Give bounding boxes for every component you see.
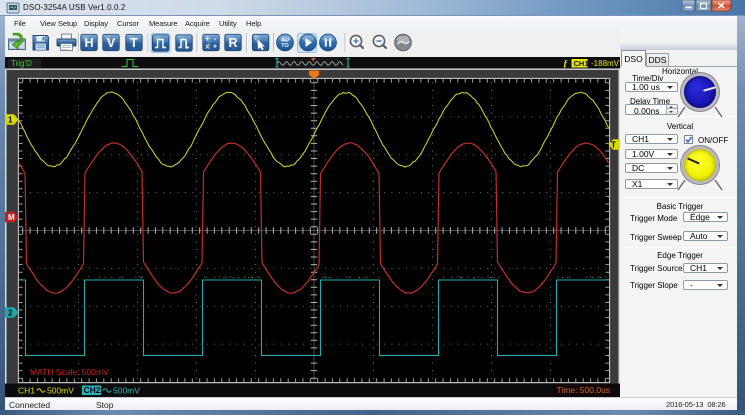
svg-text:T: T — [130, 36, 138, 50]
svg-text:MATH Scale: 500mV: MATH Scale: 500mV — [30, 367, 109, 377]
svg-text:CH2: CH2 — [84, 385, 101, 395]
svg-text:T: T — [611, 141, 616, 150]
svg-text:+: + — [205, 36, 209, 43]
svg-text:CH1: CH1 — [18, 386, 35, 396]
svg-text:V: V — [107, 36, 116, 50]
svg-text:Trig'D: Trig'D — [11, 59, 32, 68]
svg-text:2: 2 — [8, 309, 13, 318]
svg-text:500mV: 500mV — [47, 386, 74, 396]
svg-text:+: + — [213, 44, 217, 51]
svg-text:-188mV: -188mV — [591, 59, 620, 68]
svg-text:CH1: CH1 — [574, 59, 589, 68]
svg-text:Time: 500.0us: Time: 500.0us — [557, 385, 611, 395]
svg-text:1: 1 — [8, 116, 13, 125]
svg-text:TO: TO — [281, 43, 288, 49]
svg-text:R: R — [228, 36, 237, 50]
svg-text:x: x — [206, 44, 210, 51]
svg-text:500mV: 500mV — [113, 386, 140, 396]
svg-text:ƒ: ƒ — [563, 60, 568, 70]
svg-text:M: M — [8, 213, 15, 222]
svg-text:H: H — [84, 36, 93, 50]
